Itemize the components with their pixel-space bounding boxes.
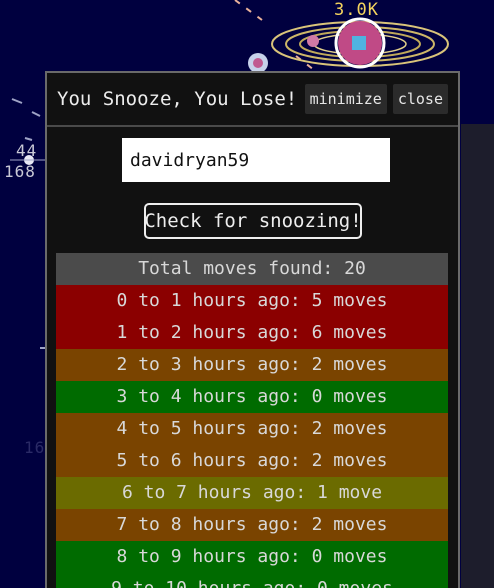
total-moves-row: Total moves found: 20 — [56, 253, 448, 285]
side-panel — [461, 124, 494, 588]
hour-bucket-row: 2 to 3 hours ago: 2 moves — [56, 349, 448, 381]
star-energy-label: 44 — [16, 141, 38, 160]
planet-score-label: 3.0K — [334, 0, 379, 20]
game-viewport[interactable]: 3.0K 44 168 16 You Snooze, You Lose! min… — [0, 0, 494, 588]
popup-header[interactable]: You Snooze, You Lose! minimize close — [47, 73, 458, 127]
username-input[interactable] — [122, 138, 390, 182]
stray-dashes — [11, 98, 41, 141]
check-snoozing-button[interactable]: Check for snoozing! — [144, 203, 362, 239]
hour-bucket-row: 3 to 4 hours ago: 0 moves — [56, 381, 448, 413]
hour-bucket-row: 6 to 7 hours ago: 1 move — [56, 477, 448, 509]
hour-bucket-row: 4 to 5 hours ago: 2 moves — [56, 413, 448, 445]
hour-bucket-row: 5 to 6 hours ago: 2 moves — [56, 445, 448, 477]
hour-bucket-row: 9 to 10 hours ago: 0 moves — [56, 573, 448, 588]
results-list: Total moves found: 20 0 to 1 hours ago: … — [56, 253, 448, 588]
hour-bucket-row: 1 to 2 hours ago: 6 moves — [56, 317, 448, 349]
faint-map-label: 16 — [24, 438, 46, 457]
close-button[interactable]: close — [392, 84, 448, 114]
small-moon[interactable] — [248, 53, 268, 73]
ringed-planet[interactable] — [271, 17, 449, 69]
popup-title: You Snooze, You Lose! — [57, 88, 298, 110]
star-population-label: 168 — [4, 162, 36, 181]
snooze-popup: You Snooze, You Lose! minimize close Che… — [45, 71, 460, 588]
minimize-button[interactable]: minimize — [304, 84, 387, 114]
hour-bucket-row: 7 to 8 hours ago: 2 moves — [56, 509, 448, 541]
hour-bucket-row: 0 to 1 hours ago: 5 moves — [56, 285, 448, 317]
hour-bucket-row: 8 to 9 hours ago: 0 moves — [56, 541, 448, 573]
